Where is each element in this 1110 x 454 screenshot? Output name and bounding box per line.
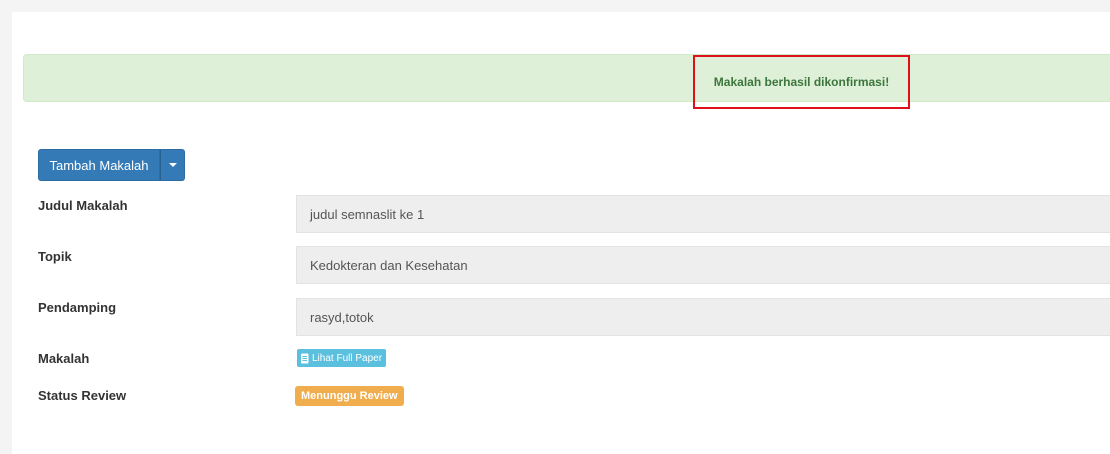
status-label: Status Review	[38, 388, 127, 403]
file-icon	[301, 353, 309, 363]
title-field: judul semnaslit ke 1	[296, 195, 1110, 233]
topic-field: Kedokteran dan Kesehatan	[296, 246, 1110, 284]
title-label: Judul Makalah	[38, 198, 128, 213]
paper-label: Makalah	[38, 351, 90, 366]
status-badge: Menunggu Review	[295, 386, 404, 406]
add-paper-button[interactable]: Tambah Makalah	[38, 149, 160, 181]
alert-message: Makalah berhasil dikonfirmasi!	[693, 55, 910, 109]
view-full-paper-label: Lihat Full Paper	[312, 352, 383, 364]
content-panel: Makalah berhasil dikonfirmasi! Tambah Ma…	[12, 12, 1110, 454]
success-alert: Makalah berhasil dikonfirmasi!	[23, 54, 1110, 109]
companion-field: rasyd,totok	[296, 298, 1110, 336]
add-paper-dropdown-toggle[interactable]	[160, 149, 185, 181]
topic-label: Topik	[38, 249, 72, 264]
view-full-paper-link[interactable]: Lihat Full Paper	[297, 349, 387, 367]
companion-label: Pendamping	[38, 300, 117, 315]
add-paper-button-group: Tambah Makalah	[38, 149, 185, 181]
caret-down-icon	[168, 163, 177, 167]
